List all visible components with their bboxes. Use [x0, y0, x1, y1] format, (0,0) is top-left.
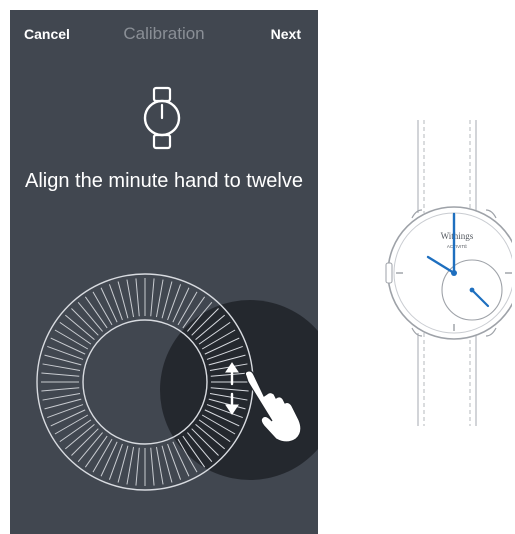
navigation-bar: Cancel Calibration Next [10, 10, 318, 58]
watch-model: ACTIVITÉ [447, 243, 467, 249]
calibration-screen: Cancel Calibration Next Align the minute… [10, 10, 318, 534]
next-button[interactable]: Next [271, 26, 301, 42]
calibration-dial[interactable] [10, 248, 318, 534]
instruction-text: Align the minute hand to twelve [25, 170, 303, 192]
watch-illustration: Withings ACTIVITÉ [385, 120, 512, 426]
watch-brand: Withings [441, 231, 474, 241]
watch-icon [143, 86, 181, 150]
